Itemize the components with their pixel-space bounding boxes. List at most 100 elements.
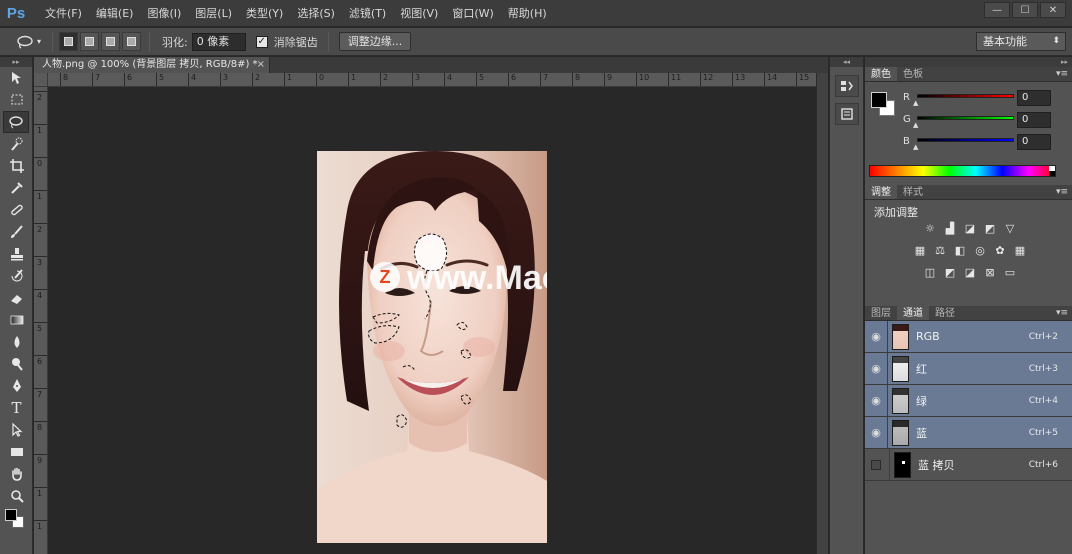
menu-type[interactable]: 类型(Y) bbox=[239, 0, 290, 27]
color-swatches[interactable] bbox=[0, 507, 33, 531]
healing-brush-tool-icon[interactable] bbox=[0, 199, 33, 221]
intersect-selection-button[interactable] bbox=[122, 32, 141, 51]
panel-grip[interactable]: ▸▸ bbox=[865, 57, 1072, 67]
blue-slider[interactable] bbox=[917, 138, 1014, 142]
menu-layer[interactable]: 图层(L) bbox=[188, 0, 239, 27]
black-white-icon[interactable]: ◧ bbox=[953, 244, 967, 258]
close-button[interactable]: ✕ bbox=[1040, 2, 1066, 18]
move-tool-icon[interactable] bbox=[0, 67, 33, 89]
clone-stamp-tool-icon[interactable] bbox=[0, 243, 33, 265]
black-white-swatch[interactable] bbox=[1049, 166, 1055, 176]
brush-tool-icon[interactable] bbox=[0, 221, 33, 243]
dodge-tool-icon[interactable] bbox=[0, 353, 33, 375]
channel-row-rgb[interactable]: ◉ RGB Ctrl+2 bbox=[865, 320, 1072, 353]
green-slider[interactable] bbox=[917, 116, 1014, 120]
brightness-icon[interactable]: ☼ bbox=[923, 222, 937, 236]
vertical-scrollbar[interactable] bbox=[816, 73, 828, 554]
menu-window[interactable]: 窗口(W) bbox=[445, 0, 500, 27]
history-panel-icon[interactable] bbox=[834, 75, 859, 97]
channel-row-blue[interactable]: ◉ 蓝 Ctrl+5 bbox=[865, 416, 1072, 449]
gradient-tool-icon[interactable] bbox=[0, 309, 33, 331]
blue-value-input[interactable]: 0 bbox=[1017, 134, 1051, 150]
selective-color-icon[interactable]: ⊠ bbox=[983, 266, 997, 280]
panel-menu-icon[interactable]: ▾≡ bbox=[1056, 185, 1068, 200]
channel-row-red[interactable]: ◉ 红 Ctrl+3 bbox=[865, 352, 1072, 385]
tool-preset-picker[interactable]: ▾ bbox=[16, 32, 46, 52]
panel-grip[interactable]: ◂◂ bbox=[830, 57, 863, 67]
red-slider-thumb-icon[interactable]: ▲ bbox=[913, 99, 918, 107]
vertical-ruler[interactable]: 2 1 0 1 2 3 4 5 6 7 8 9 1 1 bbox=[34, 87, 48, 554]
green-slider-thumb-icon[interactable]: ▲ bbox=[913, 121, 918, 129]
exposure-icon[interactable]: ◩ bbox=[983, 222, 997, 236]
hue-saturation-icon[interactable]: ▦ bbox=[913, 244, 927, 258]
pen-tool-icon[interactable] bbox=[0, 375, 33, 397]
add-selection-button[interactable] bbox=[80, 32, 99, 51]
subtract-selection-button[interactable] bbox=[101, 32, 120, 51]
rectangle-tool-icon[interactable] bbox=[0, 441, 33, 463]
horizontal-ruler[interactable]: 8 7 6 5 4 3 2 1 0 1 2 3 4 5 6 7 8 9 10 11 12 13 14 15 bbox=[48, 73, 816, 87]
red-value-input[interactable]: 0 bbox=[1017, 90, 1051, 106]
history-brush-tool-icon[interactable] bbox=[0, 265, 33, 287]
tab-paths[interactable]: 路径 bbox=[929, 306, 961, 320]
path-selection-tool-icon[interactable] bbox=[0, 419, 33, 441]
menu-file[interactable]: 文件(F) bbox=[38, 0, 89, 27]
feather-input[interactable]: 0 像素 bbox=[191, 32, 246, 51]
menu-view[interactable]: 视图(V) bbox=[393, 0, 445, 27]
tab-layers[interactable]: 图层 bbox=[865, 306, 897, 320]
panel-grip[interactable]: ▸▸ bbox=[0, 57, 32, 67]
photo-filter-icon[interactable]: ◎ bbox=[973, 244, 987, 258]
channel-mixer-icon[interactable]: ✿ bbox=[993, 244, 1007, 258]
panel-menu-icon[interactable]: ▾≡ bbox=[1056, 67, 1068, 82]
eyedropper-tool-icon[interactable] bbox=[0, 177, 33, 199]
close-tab-icon[interactable]: × bbox=[257, 57, 265, 73]
tab-color[interactable]: 颜色 bbox=[865, 67, 897, 81]
channel-row-blue-copy[interactable]: 蓝 拷贝 Ctrl+6 bbox=[865, 448, 1072, 481]
menu-select[interactable]: 选择(S) bbox=[290, 0, 342, 27]
crop-tool-icon[interactable] bbox=[0, 155, 33, 177]
refine-edge-button[interactable]: 调整边缘... bbox=[338, 32, 412, 51]
foreground-color-swatch[interactable] bbox=[5, 509, 17, 521]
hand-tool-icon[interactable] bbox=[0, 463, 33, 485]
marquee-tool-icon[interactable] bbox=[0, 89, 33, 111]
eye-icon[interactable]: ◉ bbox=[868, 394, 884, 407]
color-balance-icon[interactable]: ⚖ bbox=[933, 244, 947, 258]
channel-row-green[interactable]: ◉ 绿 Ctrl+4 bbox=[865, 384, 1072, 417]
green-value-input[interactable]: 0 bbox=[1017, 112, 1051, 128]
eraser-tool-icon[interactable] bbox=[0, 287, 33, 309]
minimize-button[interactable]: — bbox=[984, 2, 1010, 18]
canvas-area[interactable]: Z www.MacZ.com bbox=[48, 88, 816, 554]
document-tab[interactable]: 人物.png @ 100% (背景图层 拷贝, RGB/8#) * × bbox=[34, 57, 270, 73]
menu-help[interactable]: 帮助(H) bbox=[501, 0, 554, 27]
curves-icon[interactable]: ◪ bbox=[963, 222, 977, 236]
portrait-image[interactable]: Z www.MacZ.com bbox=[317, 151, 547, 543]
eye-icon[interactable]: ◉ bbox=[868, 330, 884, 343]
blue-slider-thumb-icon[interactable]: ▲ bbox=[913, 143, 918, 151]
color-spectrum[interactable] bbox=[869, 165, 1056, 177]
foreground-color-swatch[interactable] bbox=[871, 92, 887, 108]
red-slider[interactable] bbox=[917, 94, 1014, 98]
zoom-tool-icon[interactable] bbox=[0, 485, 33, 507]
threshold-icon[interactable]: ◪ bbox=[963, 266, 977, 280]
tab-adjustments[interactable]: 调整 bbox=[865, 185, 897, 199]
invert-icon[interactable]: ◫ bbox=[923, 266, 937, 280]
visibility-toggle[interactable] bbox=[871, 459, 881, 470]
quick-selection-tool-icon[interactable] bbox=[0, 133, 33, 155]
eye-icon[interactable]: ◉ bbox=[868, 362, 884, 375]
menu-edit[interactable]: 编辑(E) bbox=[89, 0, 141, 27]
gradient-map-icon[interactable]: ▭ bbox=[1003, 266, 1017, 280]
menu-image[interactable]: 图像(I) bbox=[140, 0, 188, 27]
color-lookup-icon[interactable]: ▦ bbox=[1013, 244, 1027, 258]
antialias-checkbox[interactable]: ✓ bbox=[255, 35, 268, 48]
maximize-button[interactable]: ☐ bbox=[1012, 2, 1038, 18]
blur-tool-icon[interactable] bbox=[0, 331, 33, 353]
posterize-icon[interactable]: ◩ bbox=[943, 266, 957, 280]
levels-icon[interactable]: ▟ bbox=[943, 222, 957, 236]
tab-swatches[interactable]: 色板 bbox=[897, 67, 929, 81]
eye-icon[interactable]: ◉ bbox=[868, 426, 884, 439]
workspace-select[interactable]: 基本功能 ⬍ bbox=[976, 32, 1066, 51]
menu-filter[interactable]: 滤镜(T) bbox=[342, 0, 393, 27]
type-tool-icon[interactable]: T bbox=[0, 397, 33, 419]
tab-styles[interactable]: 样式 bbox=[897, 185, 929, 199]
tab-channels[interactable]: 通道 bbox=[897, 306, 929, 320]
vibrance-icon[interactable]: ▽ bbox=[1003, 222, 1017, 236]
